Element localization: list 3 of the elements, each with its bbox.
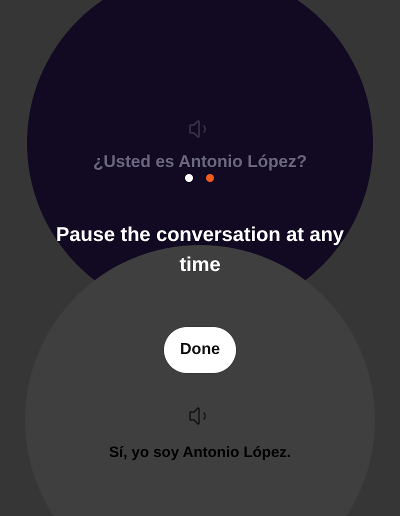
question-text: ¿Usted es Antonio López?	[93, 152, 307, 172]
answer-text: Sí, yo soy Antonio López.	[109, 443, 291, 463]
tip-heading: Pause the conversation at any time	[55, 223, 345, 278]
